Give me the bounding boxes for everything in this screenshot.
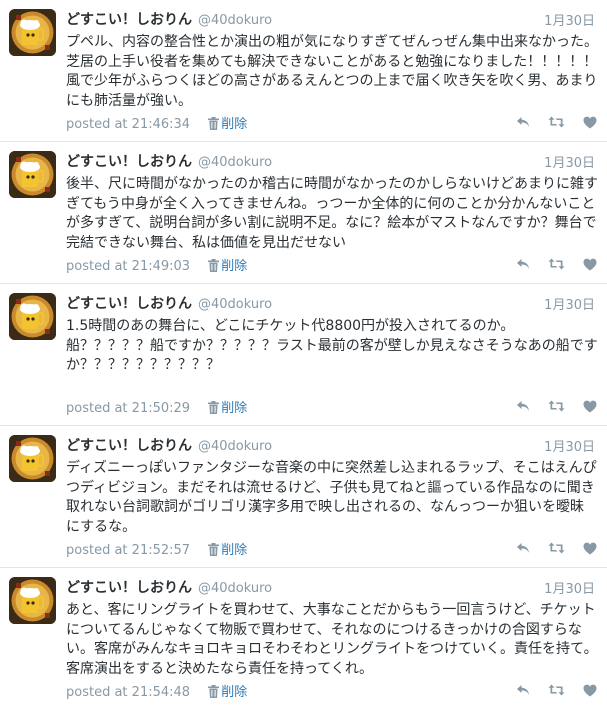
delete-link[interactable]: 削除	[221, 401, 247, 416]
screen-name[interactable]: @40dokuro	[198, 155, 272, 170]
favorite-icon[interactable]	[583, 684, 597, 697]
retweet-icon[interactable]	[548, 258, 565, 270]
favorite-icon[interactable]	[583, 542, 597, 555]
tweet-actions	[516, 255, 597, 273]
retweet-icon[interactable]	[548, 400, 565, 412]
reply-icon[interactable]	[516, 258, 530, 270]
tweet-meta: posted at 21:52:57 削除	[66, 539, 247, 560]
display-name[interactable]: どすこい！しおりん	[66, 438, 192, 454]
tweet-actions	[516, 539, 597, 557]
tweet: どすこい！しおりん @40dokuro 1月30日 プペル、内容の整合性とか演出の…	[0, 0, 607, 142]
tweet-meta: posted at 21:54:48 削除	[66, 681, 247, 702]
delete-link[interactable]: 削除	[221, 685, 247, 700]
favorite-icon[interactable]	[583, 400, 597, 413]
reply-icon[interactable]	[516, 116, 530, 128]
posted-time: 21:54:48	[131, 685, 191, 700]
tweet: どすこい！しおりん @40dokuro 1月30日 あと、客にリングライトを買わせ…	[0, 568, 607, 710]
retweet-icon[interactable]	[548, 684, 565, 696]
posted-at-prefix: posted at	[66, 259, 128, 274]
favorite-icon[interactable]	[583, 258, 597, 271]
posted-time: 21:50:29	[131, 401, 191, 416]
tweet-actions	[516, 113, 597, 131]
tweet-text: ディズニーっぽいファンタジーな音楽の中に突然差し込まれるラップ、そこはえんぴつデ…	[66, 460, 597, 535]
retweet-icon[interactable]	[548, 542, 565, 554]
tweet-meta: posted at 21:46:34 削除	[66, 113, 247, 134]
tweet-text: 後半、尺に時間がなかったのか稽古に時間がなかったのかしらないけどあまりに雑すぎて…	[66, 176, 598, 251]
screen-name[interactable]: @40dokuro	[198, 297, 272, 312]
tweet-date[interactable]: 1月30日	[544, 436, 595, 455]
tweet-text: プペル、内容の整合性とか演出の粗が気になりすぎてぜんっぜん集中出来なかった。芝居…	[66, 34, 598, 109]
tweet-text: あと、客にリングライトを買わせて、大事なことだからもう一回言うけど、チケットにつ…	[66, 602, 598, 677]
trash-icon	[208, 401, 220, 418]
tweet-date[interactable]: 1月30日	[544, 578, 595, 597]
tweet: どすこい！しおりん @40dokuro 1月30日 1.5時間のあの舞台に、どこに…	[0, 284, 607, 426]
tweet-text-line: 1.5時間のあの舞台に、どこにチケット代8800円が投入されてるのか。	[66, 318, 515, 334]
reply-icon[interactable]	[516, 400, 530, 412]
display-name[interactable]: どすこい！しおりん	[66, 12, 192, 28]
tweet-header: どすこい！しおりん @40dokuro 1月30日	[66, 577, 595, 597]
tweet-date[interactable]: 1月30日	[544, 294, 595, 313]
reply-icon[interactable]	[516, 542, 530, 554]
tweet: どすこい！しおりん @40dokuro 1月30日 後半、尺に時間がなかったのか稽…	[0, 142, 607, 284]
tweet-meta: posted at 21:50:29 削除	[66, 397, 247, 418]
tweet-meta: posted at 21:49:03 削除	[66, 255, 247, 276]
display-name[interactable]: どすこい！しおりん	[66, 580, 192, 596]
delete-link[interactable]: 削除	[221, 259, 247, 274]
tweet-timeline: どすこい！しおりん @40dokuro 1月30日 プペル、内容の整合性とか演出の…	[0, 0, 607, 710]
trash-icon	[208, 259, 220, 276]
avatar[interactable]	[9, 293, 56, 340]
tweet-text: 1.5時間のあの舞台に、どこにチケット代8800円が投入されてるのか。船？？？？…	[66, 317, 598, 376]
tweet-date[interactable]: 1月30日	[544, 152, 595, 171]
tweet-text-line: 船？？？？？船ですか？？？？？ラスト最前の客が壁しか見えなさそうなあの船ですか？…	[66, 337, 598, 374]
tweet-header: どすこい！しおりん @40dokuro 1月30日	[66, 151, 595, 171]
tweet-actions	[516, 397, 597, 415]
delete-link[interactable]: 削除	[221, 117, 247, 132]
tweet-header: どすこい！しおりん @40dokuro 1月30日	[66, 9, 595, 29]
display-name[interactable]: どすこい！しおりん	[66, 296, 192, 312]
posted-at-prefix: posted at	[66, 685, 128, 700]
avatar[interactable]	[9, 151, 56, 198]
display-name[interactable]: どすこい！しおりん	[66, 154, 192, 170]
avatar[interactable]	[9, 9, 56, 56]
trash-icon	[208, 685, 220, 702]
trash-icon	[208, 117, 220, 134]
posted-at-prefix: posted at	[66, 543, 128, 558]
avatar[interactable]	[9, 435, 56, 482]
screen-name[interactable]: @40dokuro	[198, 581, 272, 596]
tweet-date[interactable]: 1月30日	[544, 10, 595, 29]
avatar[interactable]	[9, 577, 56, 624]
posted-time: 21:49:03	[131, 259, 191, 274]
reply-icon[interactable]	[516, 684, 530, 696]
posted-time: 21:46:34	[131, 117, 191, 132]
tweet-actions	[516, 681, 597, 699]
favorite-icon[interactable]	[583, 116, 597, 129]
posted-time: 21:52:57	[131, 543, 191, 558]
tweet-header: どすこい！しおりん @40dokuro 1月30日	[66, 435, 595, 455]
posted-at-prefix: posted at	[66, 117, 128, 132]
trash-icon	[208, 543, 220, 560]
delete-link[interactable]: 削除	[221, 543, 247, 558]
retweet-icon[interactable]	[548, 116, 565, 128]
posted-at-prefix: posted at	[66, 401, 128, 416]
screen-name[interactable]: @40dokuro	[198, 439, 272, 454]
screen-name[interactable]: @40dokuro	[198, 13, 272, 28]
tweet: どすこい！しおりん @40dokuro 1月30日 ディズニーっぽいファンタジーな…	[0, 426, 607, 568]
tweet-header: どすこい！しおりん @40dokuro 1月30日	[66, 293, 595, 313]
